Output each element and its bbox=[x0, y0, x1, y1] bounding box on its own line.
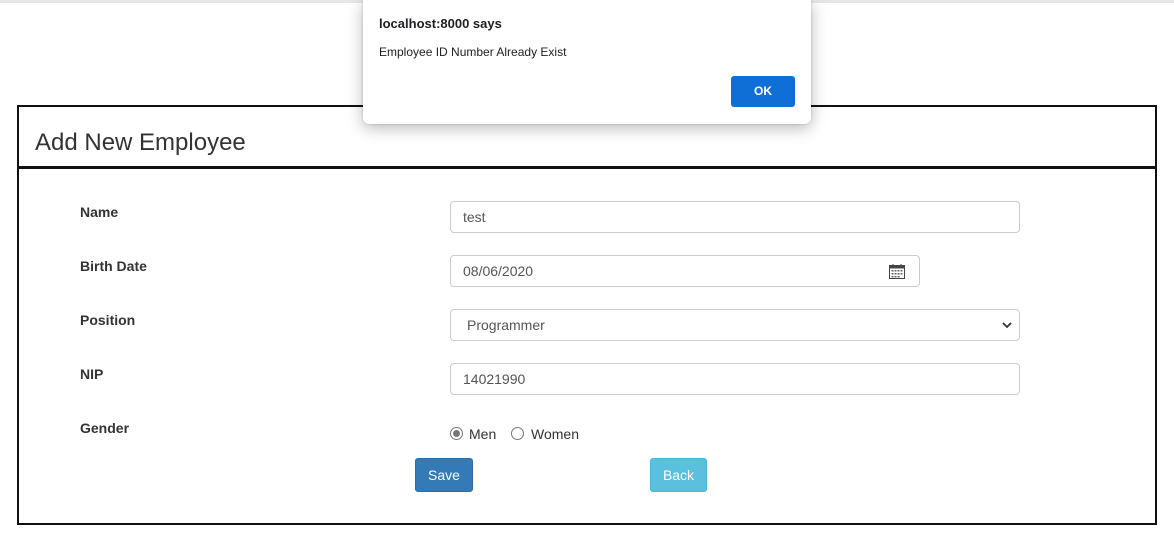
birth-date-value: 08/06/2020 bbox=[463, 263, 534, 279]
birth-date-input[interactable]: 08/06/2020 bbox=[450, 255, 920, 287]
alert-ok-button[interactable]: OK bbox=[731, 76, 795, 107]
back-button[interactable]: Back bbox=[650, 458, 707, 492]
position-select[interactable]: Programmer bbox=[450, 309, 1020, 341]
name-input[interactable]: test bbox=[450, 201, 1020, 233]
name-input-value: test bbox=[463, 209, 486, 225]
gender-label: Gender bbox=[80, 420, 130, 436]
page-title: Add New Employee bbox=[35, 129, 246, 156]
alert-dialog: localhost:8000 says Employee ID Number A… bbox=[363, 0, 811, 124]
alert-dialog-title: localhost:8000 says bbox=[379, 16, 502, 31]
position-select-value: Programmer bbox=[467, 317, 545, 333]
chevron-down-icon bbox=[1002, 322, 1012, 329]
calendar-icon[interactable] bbox=[889, 264, 905, 279]
nip-input[interactable]: 14021990 bbox=[450, 363, 1020, 395]
birth-date-label: Birth Date bbox=[80, 258, 147, 274]
gender-radio-men[interactable] bbox=[450, 427, 463, 440]
position-label: Position bbox=[80, 312, 136, 328]
nip-label: NIP bbox=[80, 366, 104, 382]
nip-input-value: 14021990 bbox=[463, 371, 526, 387]
save-button[interactable]: Save bbox=[415, 458, 473, 492]
gender-radio-women[interactable] bbox=[511, 427, 524, 440]
gender-radio-men-label[interactable]: Men bbox=[469, 425, 496, 443]
alert-dialog-message: Employee ID Number Already Exist bbox=[379, 45, 567, 59]
gender-radio-women-label[interactable]: Women bbox=[531, 425, 579, 443]
add-employee-panel: Add New Employee Name test Birth Date 08… bbox=[17, 105, 1157, 525]
name-label: Name bbox=[80, 204, 119, 220]
